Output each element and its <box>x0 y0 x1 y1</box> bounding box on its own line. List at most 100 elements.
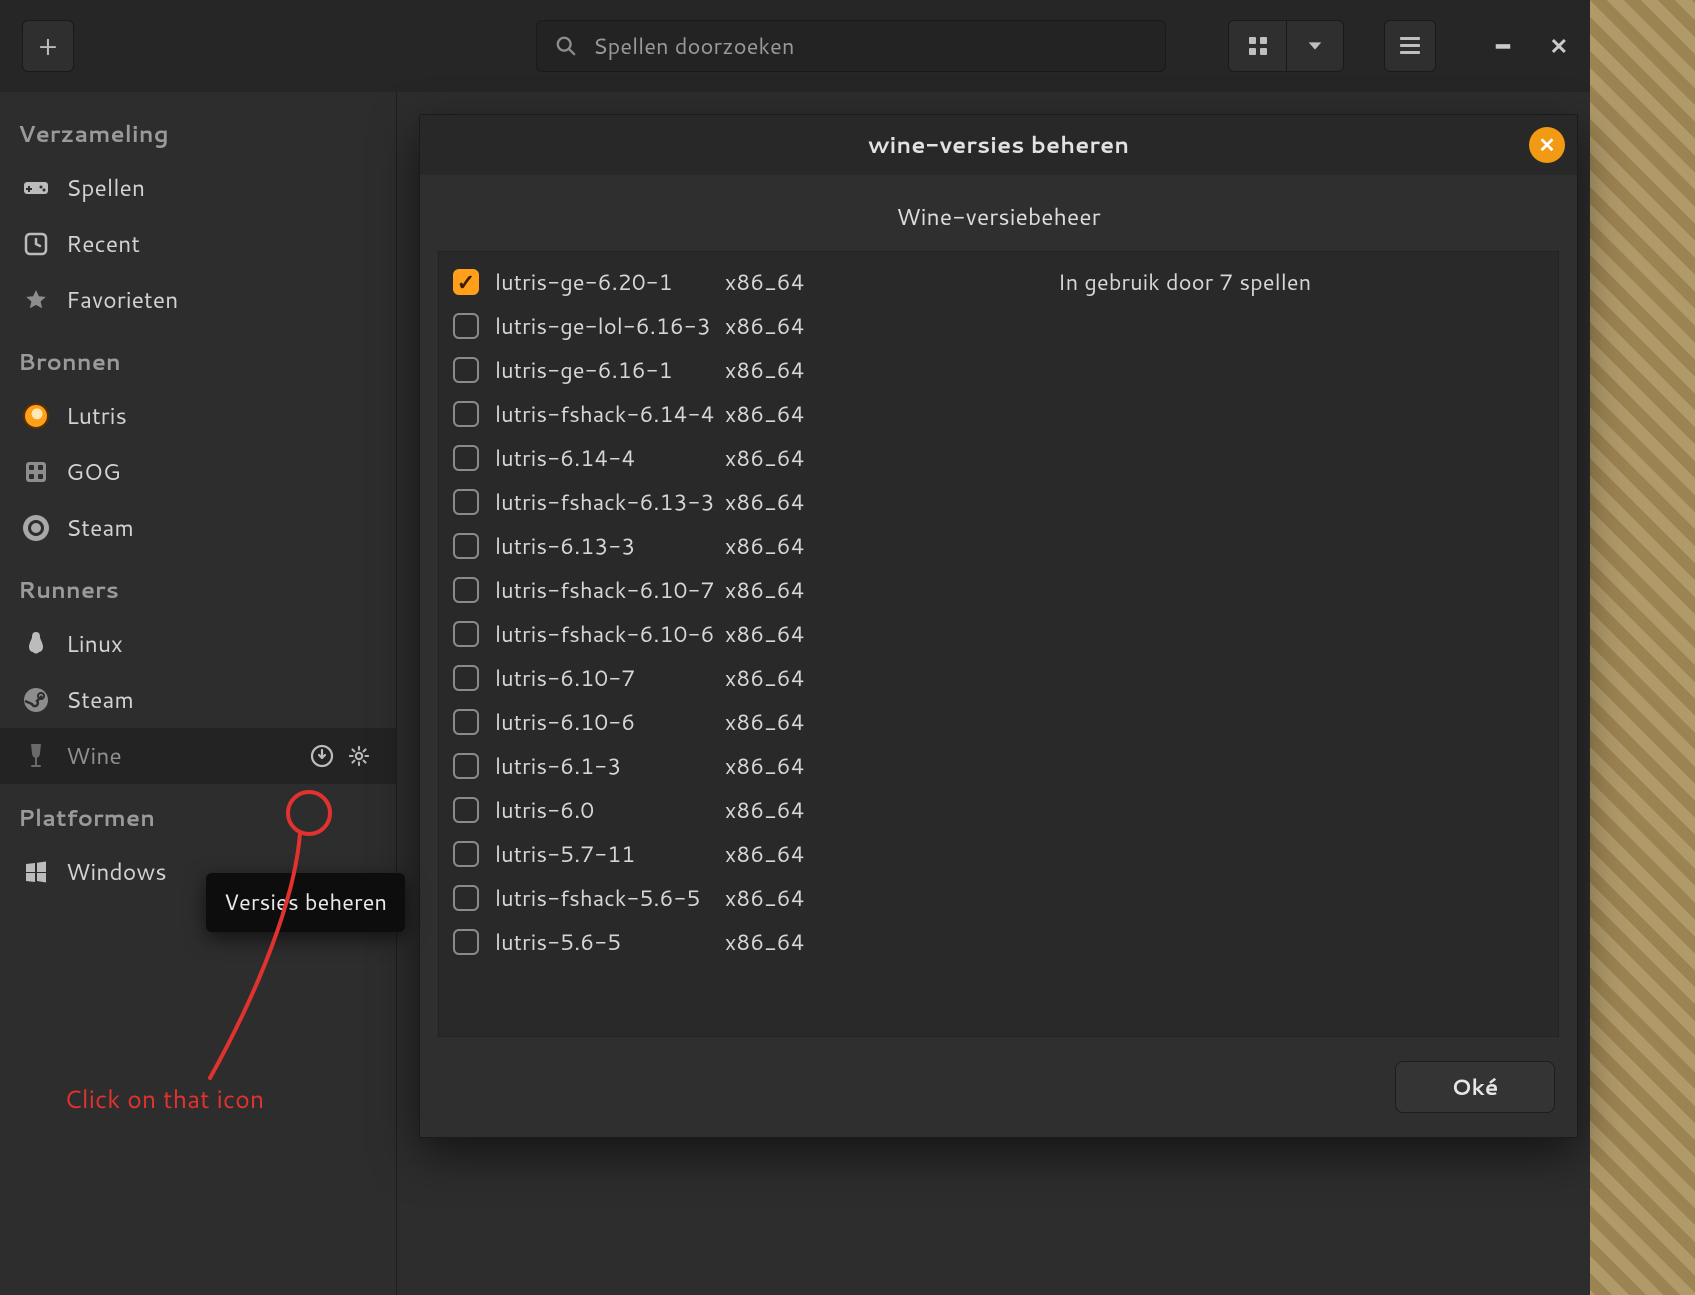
version-checkbox[interactable] <box>453 709 479 735</box>
version-name: lutris-6.10-6 <box>495 707 725 738</box>
sidebar-section-sources: Bronnen <box>0 328 396 388</box>
version-row[interactable]: lutris-fshack-5.6-5x86_64 <box>453 876 1544 920</box>
version-checkbox[interactable] <box>453 753 479 779</box>
sidebar-item-games[interactable]: Spellen <box>0 160 396 216</box>
version-row[interactable]: lutris-fshack-6.10-6x86_64 <box>453 612 1544 656</box>
version-row[interactable]: lutris-ge-lol-6.16-3x86_64 <box>453 304 1544 348</box>
sidebar-item-lutris[interactable]: Lutris <box>0 388 396 444</box>
view-menu-button[interactable] <box>1286 20 1344 72</box>
version-row[interactable]: lutris-5.7-11x86_64 <box>453 832 1544 876</box>
window-controls: ━ ✕ <box>1496 31 1568 62</box>
sidebar-item-recent[interactable]: Recent <box>0 216 396 272</box>
version-checkbox[interactable] <box>453 621 479 647</box>
sidebar-item-label: Recent <box>66 228 140 260</box>
dialog-titlebar: wine-versies beheren ✕ <box>420 115 1577 175</box>
version-row[interactable]: lutris-6.10-7x86_64 <box>453 656 1544 700</box>
sidebar-item-wine[interactable]: Wine <box>0 728 396 784</box>
version-name: lutris-fshack-5.6-5 <box>495 883 725 914</box>
sidebar-item-favorites[interactable]: Favorieten <box>0 272 396 328</box>
version-row[interactable]: lutris-ge-6.16-1x86_64 <box>453 348 1544 392</box>
version-name: lutris-fshack-6.13-3 <box>495 487 725 518</box>
hamburger-icon <box>1400 37 1420 55</box>
sidebar-section-collection: Verzameling <box>0 100 396 160</box>
version-row[interactable]: lutris-fshack-6.10-7x86_64 <box>453 568 1544 612</box>
version-arch: x86_64 <box>725 531 825 562</box>
version-checkbox[interactable] <box>453 401 479 427</box>
grid-view-button[interactable] <box>1228 20 1286 72</box>
sidebar-item-steam-source[interactable]: Steam <box>0 500 396 556</box>
version-name: lutris-ge-lol-6.16-3 <box>495 311 725 342</box>
version-row[interactable]: lutris-6.14-4x86_64 <box>453 436 1544 480</box>
version-arch: x86_64 <box>725 663 825 694</box>
sidebar-section-runners: Runners <box>0 556 396 616</box>
version-row[interactable]: lutris-6.1-3x86_64 <box>453 744 1544 788</box>
manage-versions-button[interactable] <box>306 740 338 772</box>
version-checkbox[interactable]: ✓ <box>453 269 479 295</box>
version-checkbox[interactable] <box>453 357 479 383</box>
version-row[interactable]: lutris-6.13-3x86_64 <box>453 524 1544 568</box>
hamburger-menu-button[interactable] <box>1384 20 1436 72</box>
version-list[interactable]: ✓lutris-ge-6.20-1x86_64In gebruik door 7… <box>438 251 1559 1037</box>
version-row[interactable]: lutris-5.6-5x86_64 <box>453 920 1544 964</box>
close-window-button[interactable]: ✕ <box>1550 31 1568 62</box>
sidebar-item-label: Lutris <box>66 400 127 432</box>
version-name: lutris-6.13-3 <box>495 531 725 562</box>
version-checkbox[interactable] <box>453 313 479 339</box>
add-game-button[interactable]: + <box>22 20 74 72</box>
headerbar: + Spellen doorzoeken <box>0 0 1590 92</box>
version-name: lutris-ge-6.16-1 <box>495 355 725 386</box>
penguin-icon <box>22 630 50 658</box>
version-checkbox[interactable] <box>453 841 479 867</box>
version-arch: x86_64 <box>725 267 825 298</box>
ok-button[interactable]: Oké <box>1395 1061 1555 1113</box>
sidebar-item-linux[interactable]: Linux <box>0 616 396 672</box>
sidebar-item-label: GOG <box>66 456 121 488</box>
tooltip-versies-beheren: Versies beheren <box>206 873 405 932</box>
steam-icon <box>22 686 50 714</box>
plus-icon: + <box>38 26 57 66</box>
version-checkbox[interactable] <box>453 533 479 559</box>
version-arch: x86_64 <box>725 927 825 958</box>
version-checkbox[interactable] <box>453 489 479 515</box>
version-row[interactable]: ✓lutris-ge-6.20-1x86_64In gebruik door 7… <box>453 260 1544 304</box>
sidebar-section-platforms: Platformen <box>0 784 396 844</box>
windows-icon <box>22 858 50 886</box>
sidebar-item-steam-runner[interactable]: Steam <box>0 672 396 728</box>
sidebar-item-label: Steam <box>66 512 134 544</box>
version-checkbox[interactable] <box>453 929 479 955</box>
version-checkbox[interactable] <box>453 665 479 691</box>
version-checkbox[interactable] <box>453 445 479 471</box>
version-row[interactable]: lutris-6.0x86_64 <box>453 788 1544 832</box>
version-checkbox[interactable] <box>453 797 479 823</box>
version-arch: x86_64 <box>725 707 825 738</box>
dialog-title: wine-versies beheren <box>868 129 1129 161</box>
gamepad-icon <box>22 174 50 202</box>
version-arch: x86_64 <box>725 795 825 826</box>
version-checkbox[interactable] <box>453 885 479 911</box>
search-icon <box>555 35 577 57</box>
star-icon <box>22 286 50 314</box>
minimize-button[interactable]: ━ <box>1496 31 1509 62</box>
view-switcher <box>1228 20 1344 72</box>
version-arch: x86_64 <box>725 443 825 474</box>
version-arch: x86_64 <box>725 399 825 430</box>
grid-icon <box>1248 36 1268 56</box>
sidebar-item-label: Windows <box>66 856 167 888</box>
search-placeholder: Spellen doorzoeken <box>593 31 795 62</box>
search-container: Spellen doorzoeken <box>536 20 1166 72</box>
version-arch: x86_64 <box>725 619 825 650</box>
version-checkbox[interactable] <box>453 577 479 603</box>
wine-versions-dialog: wine-versies beheren ✕ Wine-versiebeheer… <box>419 114 1578 1138</box>
version-arch: x86_64 <box>725 311 825 342</box>
version-row[interactable]: lutris-fshack-6.13-3x86_64 <box>453 480 1544 524</box>
search-input[interactable]: Spellen doorzoeken <box>536 20 1166 72</box>
version-row[interactable]: lutris-fshack-6.14-4x86_64 <box>453 392 1544 436</box>
version-arch: x86_64 <box>725 839 825 870</box>
dialog-close-button[interactable]: ✕ <box>1529 127 1565 163</box>
version-row[interactable]: lutris-6.10-6x86_64 <box>453 700 1544 744</box>
version-arch: x86_64 <box>725 487 825 518</box>
version-name: lutris-fshack-6.14-4 <box>495 399 725 430</box>
runner-settings-button[interactable] <box>344 740 374 772</box>
sidebar-item-gog[interactable]: GOG <box>0 444 396 500</box>
version-name: lutris-fshack-6.10-7 <box>495 575 725 606</box>
